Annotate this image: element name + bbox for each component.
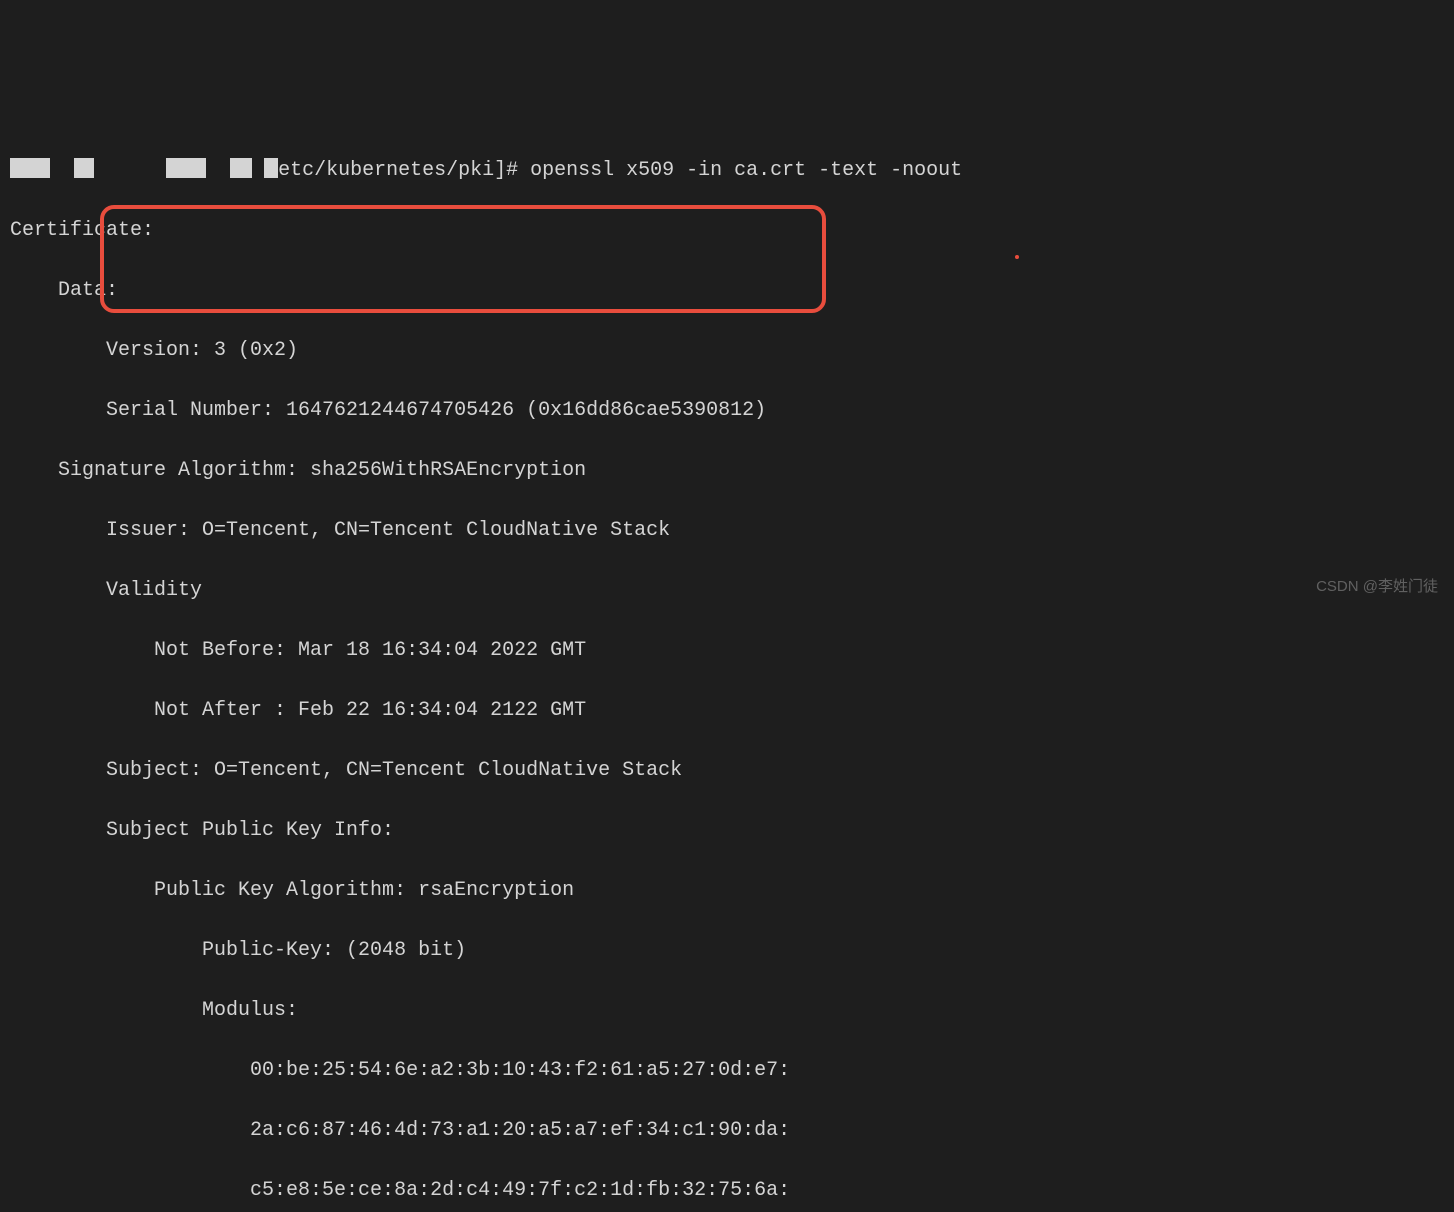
output-line: Public Key Algorithm: rsaEncryption <box>10 876 1444 906</box>
output-line: Not Before: Mar 18 16:34:04 2022 GMT <box>10 636 1444 666</box>
output-line: Data: <box>10 276 1444 306</box>
redacted-block <box>264 158 278 178</box>
output-line: Not After : Feb 22 16:34:04 2122 GMT <box>10 696 1444 726</box>
output-line: Serial Number: 1647621244674705426 (0x16… <box>10 396 1444 426</box>
output-line: Subject Public Key Info: <box>10 816 1444 846</box>
output-line: Modulus: <box>10 996 1444 1026</box>
output-line: Issuer: O=Tencent, CN=Tencent CloudNativ… <box>10 516 1444 546</box>
output-line: Validity <box>10 576 1444 606</box>
red-dot-annotation <box>1015 255 1019 259</box>
output-line: Subject: O=Tencent, CN=Tencent CloudNati… <box>10 756 1444 786</box>
redacted-block <box>166 158 206 178</box>
prompt-path: etc/kubernetes/pki]# <box>278 159 530 182</box>
output-line: Certificate: <box>10 216 1444 246</box>
output-line: c5:e8:5e:ce:8a:2d:c4:49:7f:c2:1d:fb:32:7… <box>10 1176 1444 1206</box>
output-line: 00:be:25:54:6e:a2:3b:10:43:f2:61:a5:27:0… <box>10 1056 1444 1086</box>
terminal-output[interactable]: etc/kubernetes/pki]# openssl x509 -in ca… <box>10 126 1444 1212</box>
output-line: Public-Key: (2048 bit) <box>10 936 1444 966</box>
redacted-block <box>74 158 94 178</box>
redacted-block <box>230 158 252 178</box>
redacted-block <box>10 158 50 178</box>
watermark-text: CSDN @李姓门徒 <box>1316 576 1438 599</box>
command-text: openssl x509 -in ca.crt -text -noout <box>530 159 962 182</box>
output-line: 2a:c6:87:46:4d:73:a1:20:a5:a7:ef:34:c1:9… <box>10 1116 1444 1146</box>
output-line: Signature Algorithm: sha256WithRSAEncryp… <box>10 456 1444 486</box>
output-line: Version: 3 (0x2) <box>10 336 1444 366</box>
prompt-line: etc/kubernetes/pki]# openssl x509 -in ca… <box>10 156 1444 186</box>
